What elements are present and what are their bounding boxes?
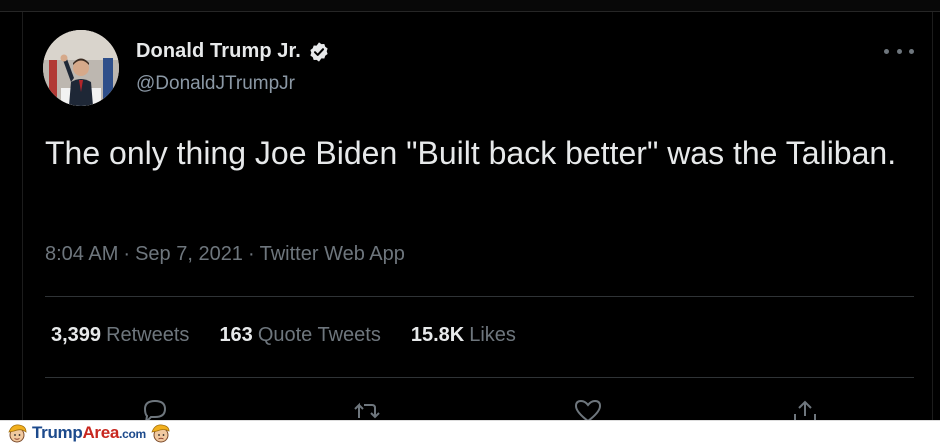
window-left-edge [22, 12, 23, 420]
author-display-name[interactable]: Donald Trump Jr. [136, 40, 301, 63]
quote-tweets-count: 163 [219, 324, 253, 346]
share-icon[interactable] [788, 396, 822, 420]
retweets-count: 3,399 [51, 324, 102, 346]
window-right-edge [932, 12, 933, 420]
author-name-row[interactable]: Donald Trump Jr. [136, 40, 330, 63]
watermark-footer: TrumpArea.com [0, 420, 940, 444]
mascot-icon [8, 424, 27, 443]
quote-tweets-label: Quote Tweets [257, 324, 381, 346]
divider [45, 377, 914, 378]
likes-count: 15.8K [410, 324, 465, 346]
tweet-metadata: 8:04 AM · Sep 7, 2021 · Twitter Web App [45, 243, 405, 266]
avatar[interactable] [43, 30, 119, 106]
mascot-icon [151, 424, 170, 443]
quote-tweets-stat[interactable]: 163 Quote Tweets [219, 324, 380, 347]
divider [45, 296, 914, 297]
likes-label: Likes [469, 324, 516, 346]
brand-suffix: .com [119, 427, 146, 441]
tweet-action-bar [0, 396, 940, 420]
verified-badge-icon [310, 41, 328, 62]
retweets-stat[interactable]: 3,399 Retweets [51, 324, 189, 347]
meta-separator: · [247, 243, 255, 265]
more-dot [884, 48, 889, 54]
brand-part-area: Area [82, 423, 120, 442]
retweets-label: Retweets [106, 324, 190, 346]
more-dot [896, 48, 902, 54]
engagement-stats: 3,399 Retweets 163 Quote Tweets 15.8K Likes [51, 324, 516, 347]
tweet-time[interactable]: 8:04 AM [45, 243, 118, 265]
site-brand: TrumpArea.com [32, 423, 146, 443]
reply-icon[interactable] [138, 396, 172, 420]
tweet-source[interactable]: Twitter Web App [260, 243, 405, 265]
window-top-edge [0, 0, 940, 12]
more-options-icon[interactable] [884, 42, 914, 60]
site-logo[interactable]: TrumpArea.com [6, 422, 172, 444]
retweet-icon[interactable] [350, 396, 384, 420]
avatar-image [43, 30, 119, 106]
author-handle[interactable]: @DonaldJTrumpJr [136, 73, 295, 95]
more-dot [909, 48, 914, 54]
brand-part-trump: Trump [32, 423, 83, 442]
tweet-text: The only thing Joe Biden "Built back bet… [45, 135, 897, 171]
tweet-screenshot-frame: Donald Trump Jr. @DonaldJTrumpJr The onl… [0, 0, 940, 420]
likes-stat[interactable]: 15.8K Likes [411, 324, 516, 347]
tweet-date[interactable]: Sep 7, 2021 [135, 243, 243, 265]
heart-icon[interactable] [571, 396, 605, 420]
meta-separator: · [123, 243, 131, 265]
